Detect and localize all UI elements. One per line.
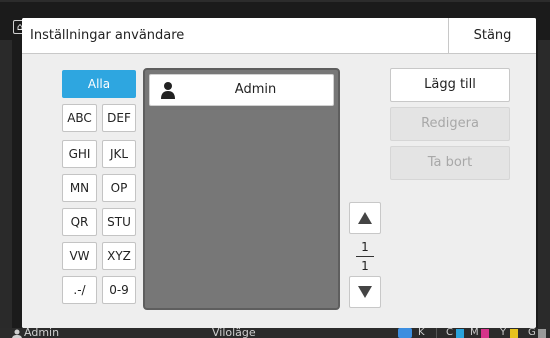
background-right-edge [538, 40, 550, 330]
dialog-header: Inställningar användare Stäng [22, 18, 536, 54]
filter-mn-button[interactable]: MN [62, 174, 97, 202]
delete-user-button[interactable]: Ta bort [390, 146, 510, 180]
ink-m-label: M [470, 328, 479, 338]
page-down-button[interactable] [349, 276, 381, 308]
user-icon [161, 82, 175, 99]
page-total: 1 [361, 259, 369, 273]
triangle-up-icon [358, 212, 372, 224]
dialog-title: Inställningar användare [30, 28, 185, 43]
page-current: 1 [361, 240, 369, 254]
background-left-edge [0, 40, 12, 330]
page-up-button[interactable] [349, 202, 381, 234]
ink-g-label: G [528, 328, 536, 338]
ink-m-level [481, 329, 489, 338]
filter-vw-button[interactable]: VW [62, 242, 97, 270]
filter-ghi-button[interactable]: GHI [62, 140, 97, 168]
ink-k-label: K [418, 328, 425, 338]
ink-separator [436, 328, 437, 338]
filter-def-button[interactable]: DEF [102, 104, 136, 132]
filter-qr-button[interactable]: QR [62, 208, 97, 236]
ink-y-level [510, 329, 518, 338]
filter-op-button[interactable]: OP [102, 174, 136, 202]
filter-xyz-button[interactable]: XYZ [102, 242, 136, 270]
edit-user-button[interactable]: Redigera [390, 107, 510, 141]
page-divider [356, 256, 374, 257]
filter-symbols-button[interactable]: .-/ [62, 276, 97, 304]
background-top-edge [0, 0, 550, 2]
status-mode: Viloläge [212, 328, 256, 338]
user-list-item[interactable]: Admin [149, 74, 334, 106]
filter-digits-button[interactable]: 0-9 [102, 276, 136, 304]
ink-c-label: C [446, 328, 453, 338]
add-user-button[interactable]: Lägg till [390, 68, 510, 102]
ink-y-label: Y [500, 328, 507, 338]
close-button[interactable]: Stäng [448, 18, 536, 53]
user-icon [12, 329, 22, 338]
status-user-name: Admin [24, 328, 60, 338]
dialog-body: Alla ABC DEF GHI JKL MN OP QR STU VW XYZ… [22, 54, 536, 328]
user-settings-dialog: Inställningar användare Stäng Alla ABC D… [22, 18, 536, 328]
user-name: Admin [234, 82, 277, 97]
ink-drop-icon [398, 328, 412, 338]
filter-abc-button[interactable]: ABC [62, 104, 97, 132]
user-list[interactable]: Admin [143, 68, 340, 310]
status-bar: Admin Viloläge K C M Y G [0, 328, 550, 338]
filter-jkl-button[interactable]: JKL [102, 140, 136, 168]
filter-stu-button[interactable]: STU [102, 208, 136, 236]
ink-c-level [456, 329, 464, 338]
page-indicator: 1 1 [349, 240, 381, 273]
filter-all-button[interactable]: Alla [62, 70, 136, 98]
triangle-down-icon [358, 286, 372, 298]
ink-g-level [538, 329, 546, 338]
